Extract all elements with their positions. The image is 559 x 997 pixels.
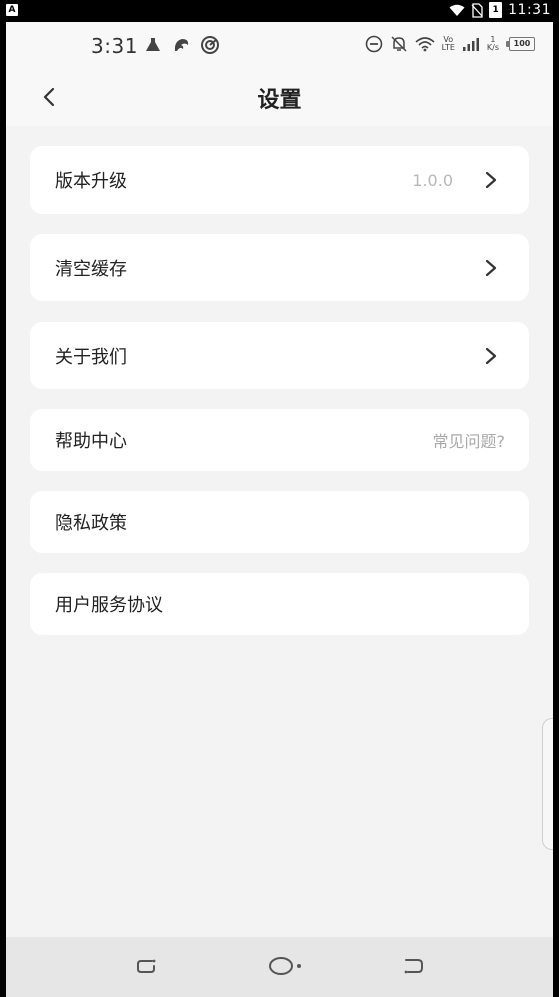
- chevron-right-icon: [485, 347, 497, 364]
- faq-link[interactable]: 常见问题?: [433, 428, 506, 452]
- floating-side-handle[interactable]: [542, 718, 553, 850]
- wifi-icon: [415, 37, 435, 52]
- status-bar: 3:31 Vo LTE 1 K/s 100: [6, 22, 553, 70]
- home-icon[interactable]: [264, 953, 308, 979]
- settings-item-label: 隐私政策: [55, 513, 127, 534]
- settings-item-label: 关于我们: [55, 346, 127, 368]
- settings-item-version-upgrade[interactable]: 版本升级 1.0.0: [30, 146, 529, 214]
- chevron-right-icon: [485, 171, 497, 189]
- header: 设置: [6, 70, 553, 126]
- system-time: 11:31: [508, 2, 551, 18]
- network-speed: 1 K/s: [486, 35, 499, 52]
- system-navigation-bar: [6, 937, 553, 997]
- settings-item-about-us[interactable]: 关于我们: [30, 322, 529, 389]
- settings-item-user-agreement[interactable]: 用户服务协议: [30, 573, 529, 635]
- notification-icon: [146, 38, 160, 51]
- settings-item-help-center[interactable]: 帮助中心 常见问题?: [30, 409, 529, 471]
- sync-icon: [201, 36, 219, 54]
- settings-item-clear-cache[interactable]: 清空缓存: [30, 234, 529, 301]
- app-icon: [174, 39, 189, 51]
- no-sim-icon: [471, 2, 483, 18]
- settings-item-label: 帮助中心: [55, 431, 127, 452]
- battery-icon: 1: [489, 2, 503, 18]
- dnd-icon: [365, 35, 382, 53]
- system-status-bar: A 1 11:31: [0, 0, 559, 22]
- recent-apps-icon[interactable]: [132, 953, 162, 979]
- mute-icon: [391, 36, 407, 52]
- settings-item-label: 版本升级: [55, 171, 127, 192]
- settings-item-label: 用户服务协议: [55, 595, 163, 616]
- page-title: 设置: [257, 88, 302, 113]
- chevron-right-icon: [485, 259, 497, 276]
- app-screen: 3:31 Vo LTE 1 K/s 100 设置 版本升级 1.0.0 清空缓存…: [6, 22, 553, 997]
- wifi-icon: [449, 4, 465, 16]
- battery-icon: 100: [506, 37, 535, 51]
- notification-a-icon: A: [6, 4, 18, 16]
- signal-icon: [462, 38, 479, 51]
- status-time: 3:31: [91, 34, 138, 58]
- back-icon[interactable]: [398, 953, 428, 979]
- volte-icon: Vo LTE: [441, 35, 455, 52]
- settings-item-privacy-policy[interactable]: 隐私政策: [30, 491, 529, 553]
- version-value: 1.0.0: [412, 170, 453, 190]
- settings-item-label: 清空缓存: [55, 258, 127, 280]
